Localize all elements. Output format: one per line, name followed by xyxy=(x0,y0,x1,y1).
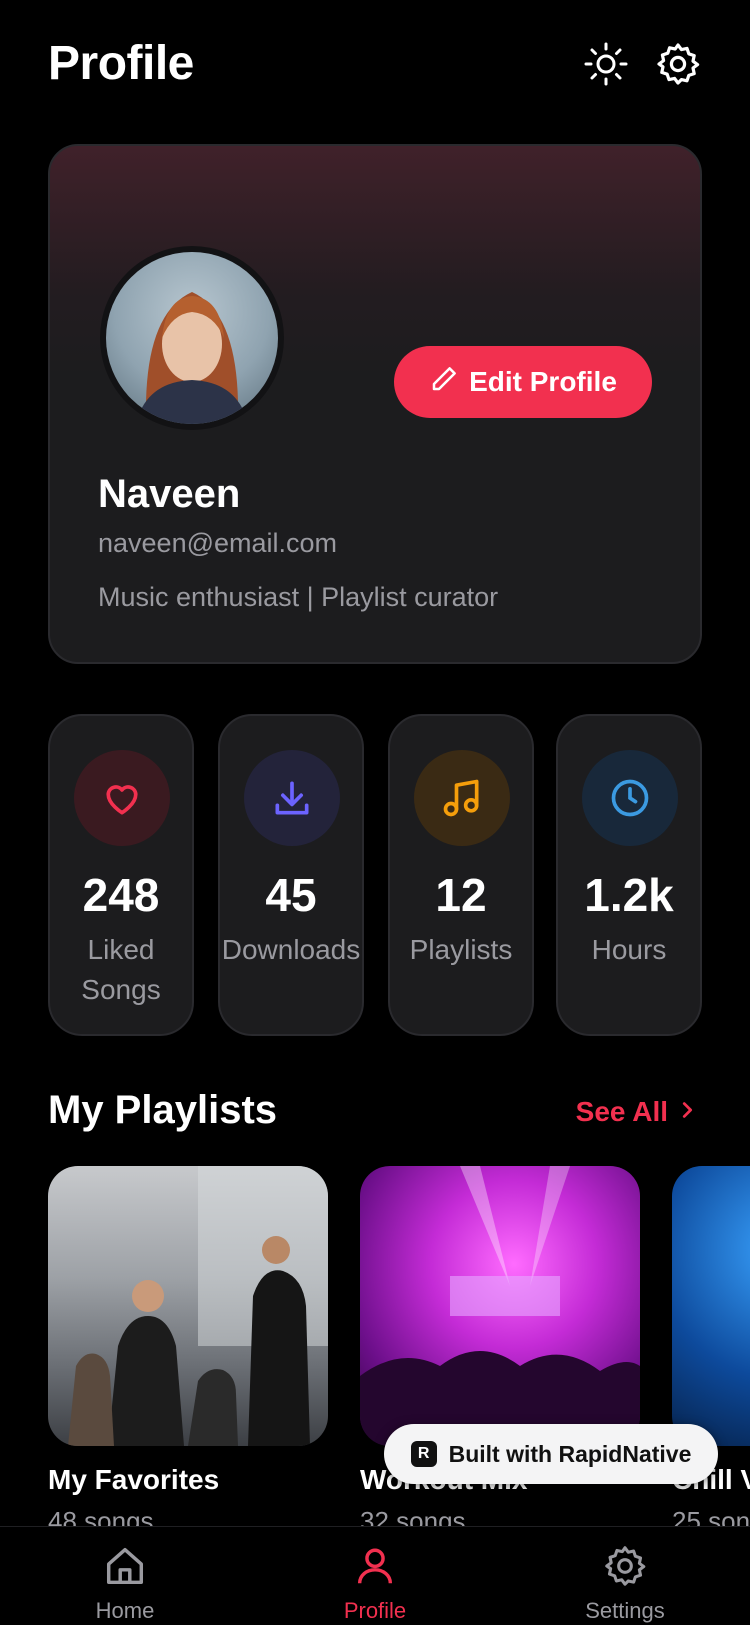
chevron-right-icon xyxy=(676,1096,698,1128)
stat-hours[interactable]: 1.2k Hours xyxy=(556,714,702,1036)
stat-value: 1.2k xyxy=(584,869,674,921)
rapidnative-logo-icon: R xyxy=(410,1441,437,1467)
section-title: My Playlists xyxy=(48,1088,278,1132)
playlist-cover xyxy=(672,1166,750,1446)
user-email: naveen@email.com xyxy=(98,528,338,558)
user-icon xyxy=(352,1548,398,1593)
sun-icon[interactable] xyxy=(582,40,630,88)
stat-liked-songs[interactable]: 248 Liked Songs xyxy=(48,714,194,1036)
download-icon xyxy=(244,750,340,846)
profile-card: Edit Profile Naveen naveen@email.com Mus… xyxy=(48,144,702,664)
stat-value: 12 xyxy=(435,869,487,921)
gear-icon[interactable] xyxy=(654,40,702,88)
clock-icon xyxy=(582,750,678,846)
playlist-cover xyxy=(360,1166,640,1446)
tab-settings[interactable]: Settings xyxy=(550,1543,700,1624)
page-title: Profile xyxy=(48,37,194,90)
tab-profile[interactable]: Profile xyxy=(300,1543,450,1624)
stat-downloads[interactable]: 45 Downloads xyxy=(218,714,364,1036)
stat-label: Liked Songs xyxy=(81,934,161,1005)
see-all-label: See All xyxy=(575,1096,668,1127)
playlist-card[interactable]: Workout Mix 32 songs xyxy=(360,1166,640,1526)
edit-profile-label: Edit Profile xyxy=(469,366,617,397)
heart-icon xyxy=(74,750,170,846)
tab-home[interactable]: Home xyxy=(50,1543,200,1624)
playlist-count: 48 songs xyxy=(48,1506,154,1526)
gear-icon xyxy=(602,1546,648,1593)
user-name: Naveen xyxy=(98,472,241,516)
user-bio: Music enthusiast | Playlist curator xyxy=(98,582,499,612)
avatar-image xyxy=(106,252,278,424)
stats-row: 248 Liked Songs 45 Downloads 12 Playlist… xyxy=(48,714,702,1036)
built-with-badge[interactable]: R Built with RapidNative xyxy=(384,1424,718,1484)
stat-playlists[interactable]: 12 Playlists xyxy=(388,714,534,1036)
playlist-name: My Favorites xyxy=(48,1464,220,1495)
pencil-icon xyxy=(429,364,459,401)
see-all-link[interactable]: See All xyxy=(576,1096,698,1128)
stat-label: Hours xyxy=(591,934,667,965)
avatar[interactable] xyxy=(100,246,284,430)
home-icon xyxy=(102,1547,148,1593)
music-note-icon xyxy=(414,750,510,846)
playlist-card[interactable]: My Favorites 48 songs xyxy=(48,1166,328,1526)
edit-profile-button[interactable]: Edit Profile xyxy=(394,346,652,418)
playlist-card[interactable]: Chill Vibes 25 songs xyxy=(672,1166,750,1526)
playlist-count: 25 songs xyxy=(672,1506,750,1526)
tab-label: Home xyxy=(95,1598,155,1623)
header: Profile xyxy=(48,30,702,100)
stat-value: 45 xyxy=(265,869,317,921)
tab-label: Profile xyxy=(343,1598,407,1623)
playlist-cover xyxy=(48,1166,328,1446)
stat-label: Downloads xyxy=(221,934,361,965)
tab-label: Settings xyxy=(585,1598,665,1623)
stat-value: 248 xyxy=(82,869,160,921)
tab-bar: Home Profile Settings xyxy=(0,1526,750,1625)
badge-label: Built with RapidNative xyxy=(448,1440,692,1467)
playlist-count: 32 songs xyxy=(360,1506,466,1526)
stat-label: Playlists xyxy=(409,934,513,965)
